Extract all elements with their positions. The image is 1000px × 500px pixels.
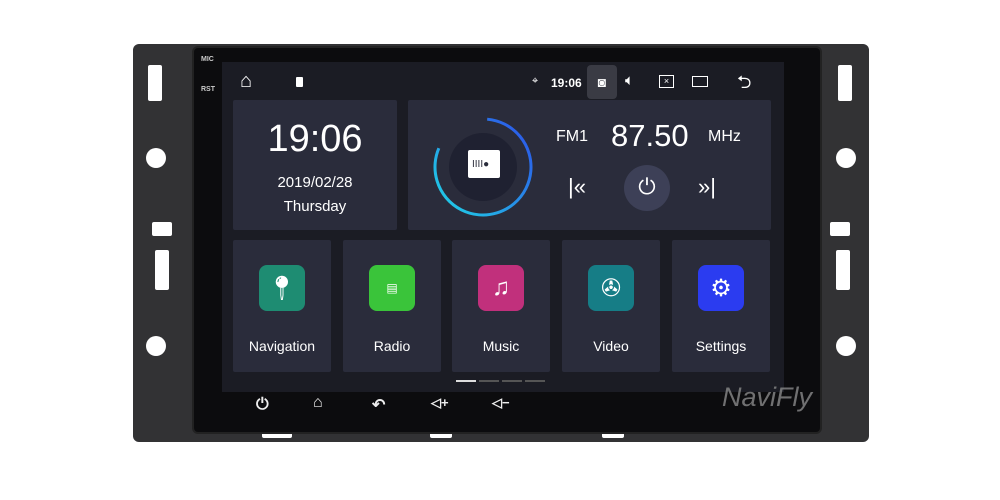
app-label: Radio xyxy=(373,338,411,354)
screenshot-icon[interactable]: ◙ xyxy=(587,65,617,99)
page-indicator[interactable] xyxy=(502,380,522,382)
bracket-hole xyxy=(146,148,166,168)
bracket-hole xyxy=(836,336,856,356)
volume-icon[interactable]: 🔈︎ xyxy=(625,72,634,89)
bracket-slot xyxy=(148,65,162,101)
radio-band: FM1 xyxy=(556,128,588,145)
app-video[interactable]: ✇ Video xyxy=(562,240,660,372)
bracket-slot xyxy=(838,65,852,101)
app-navigation[interactable]: 📍︎ Navigation xyxy=(233,240,331,372)
bracket-slot xyxy=(155,250,169,290)
app-label: Settings xyxy=(695,338,747,354)
clock-date: 2019/02/28 xyxy=(277,174,353,191)
location-pin-icon: 📍︎ xyxy=(259,265,305,311)
clock-widget[interactable]: 19:06 2019/02/28 Thursday xyxy=(233,100,397,230)
bracket-hole xyxy=(146,336,166,356)
app-music[interactable]: ♫ Music xyxy=(452,240,550,372)
navifly-watermark: NaviFly xyxy=(722,382,813,412)
seek-forward-icon[interactable]: »| xyxy=(698,174,716,200)
bracket-slot xyxy=(830,222,850,236)
seek-back-icon[interactable]: |« xyxy=(568,174,586,200)
rst-button[interactable]: RST xyxy=(201,86,215,93)
clock-time: 19:06 xyxy=(267,118,363,160)
app-settings[interactable]: ⚙ Settings xyxy=(672,240,770,372)
home-icon[interactable]: ⌂ xyxy=(313,394,323,412)
music-note-icon: ♫ xyxy=(478,265,524,311)
radio-frequency: 87.50 xyxy=(611,118,689,153)
page-indicator[interactable] xyxy=(525,380,545,382)
power-icon[interactable]: ⏻ xyxy=(256,396,269,414)
bracket-slot xyxy=(152,222,172,236)
volume-up-icon[interactable]: ◁+ xyxy=(431,395,449,411)
app-radio[interactable]: ▤ Radio xyxy=(343,240,441,372)
home-icon[interactable]: ⌂ xyxy=(240,70,252,93)
clock-day: Thursday xyxy=(283,198,347,215)
radio-widget[interactable]: IIII● FM1 87.50 MHz |« ⏻ »| xyxy=(408,100,771,230)
page-indicator[interactable] xyxy=(479,380,499,382)
back-icon[interactable]: ⮌ xyxy=(737,70,751,100)
app-label: Navigation xyxy=(248,338,316,354)
recent-apps-icon[interactable] xyxy=(692,76,708,87)
app-label: Video xyxy=(593,338,629,354)
film-reel-icon: ✇ xyxy=(588,265,634,311)
status-time: 19:06 xyxy=(551,76,582,90)
bracket-slot xyxy=(836,250,850,290)
sd-card-icon xyxy=(296,77,303,87)
gear-icon: ⚙ xyxy=(698,265,744,311)
bracket-hole xyxy=(836,148,856,168)
radio-icon: IIII● xyxy=(468,150,500,178)
radio-icon: ▤ xyxy=(369,265,415,311)
location-icon: ⌖ xyxy=(532,75,539,87)
app-label: Music xyxy=(482,338,520,354)
volume-down-icon[interactable]: ◁− xyxy=(492,395,510,411)
back-icon[interactable]: ↶ xyxy=(372,395,385,415)
page-indicator-active[interactable] xyxy=(456,380,476,382)
radio-unit: MHz xyxy=(708,128,741,145)
radio-power-button[interactable]: ⏻ xyxy=(624,165,670,211)
close-app-icon[interactable]: × xyxy=(659,75,674,88)
mic-label: MIC xyxy=(201,56,214,63)
